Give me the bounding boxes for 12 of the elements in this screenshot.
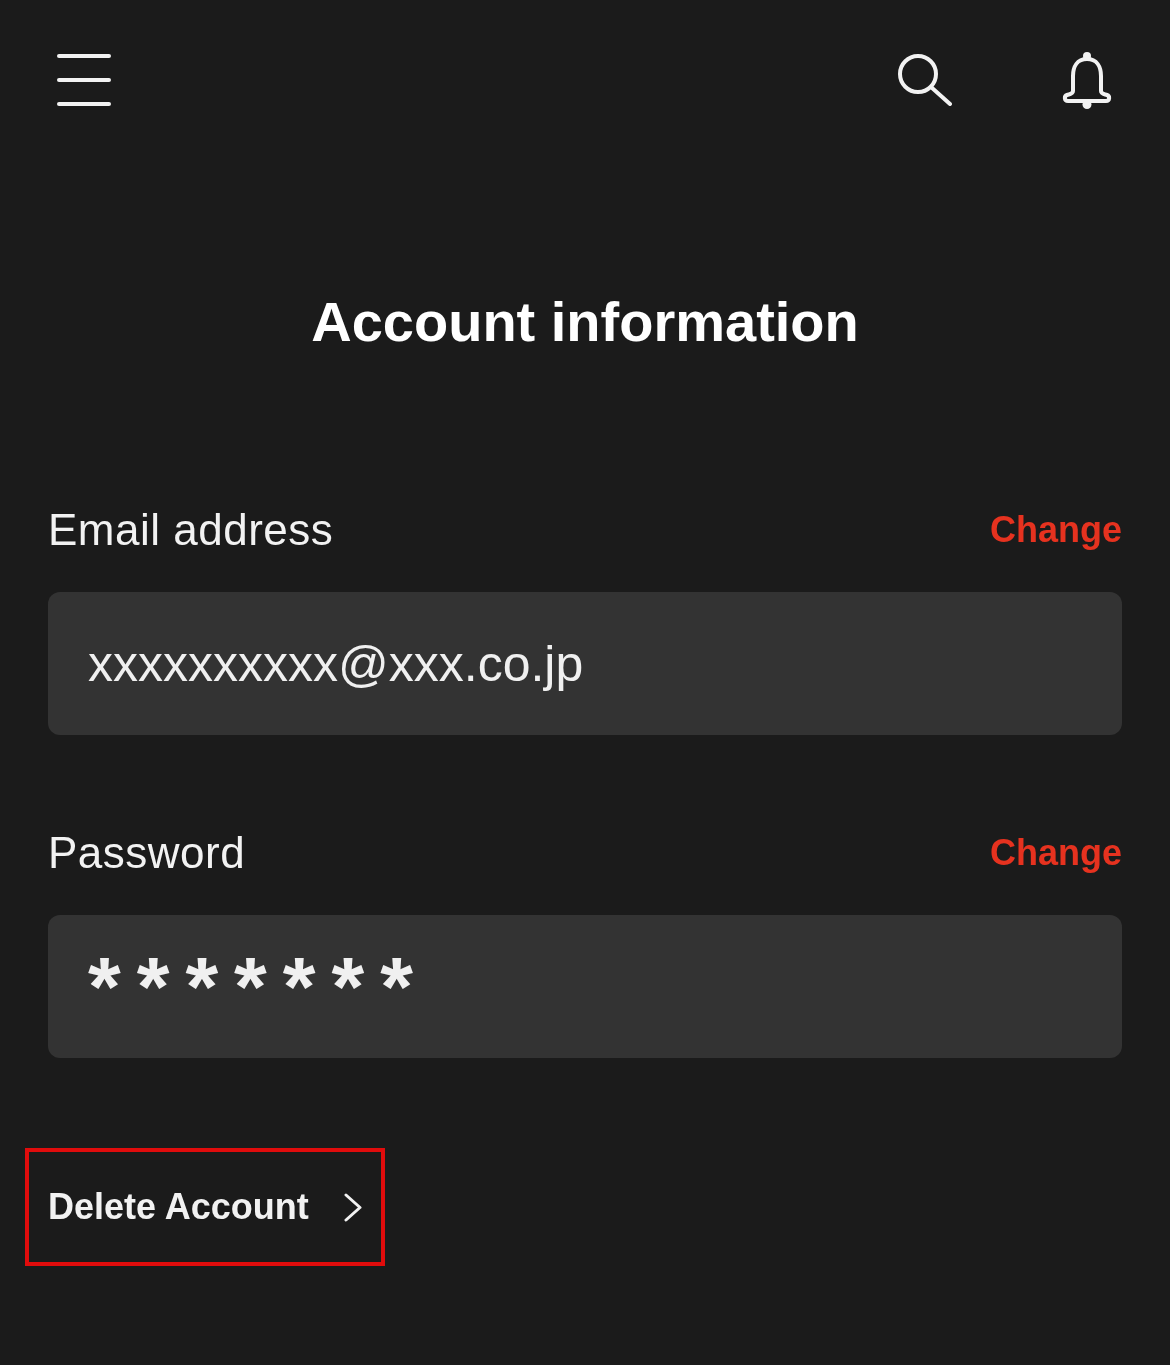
password-field: *******	[48, 915, 1122, 1058]
search-icon[interactable]	[898, 54, 952, 106]
email-field: xxxxxxxxxx@xxx.co.jp	[48, 592, 1122, 735]
page-title: Account information	[311, 289, 859, 355]
change-link[interactable]: Change	[990, 508, 1122, 552]
field-label: Email address	[48, 504, 334, 556]
delete-account-link[interactable]: Delete Account	[25, 1148, 385, 1266]
menu-icon[interactable]	[57, 54, 111, 106]
change-link[interactable]: Change	[990, 831, 1122, 875]
chevron-right-icon	[343, 1192, 362, 1222]
notification-bell-icon[interactable]	[1062, 51, 1112, 109]
field-label: Password	[48, 827, 246, 879]
